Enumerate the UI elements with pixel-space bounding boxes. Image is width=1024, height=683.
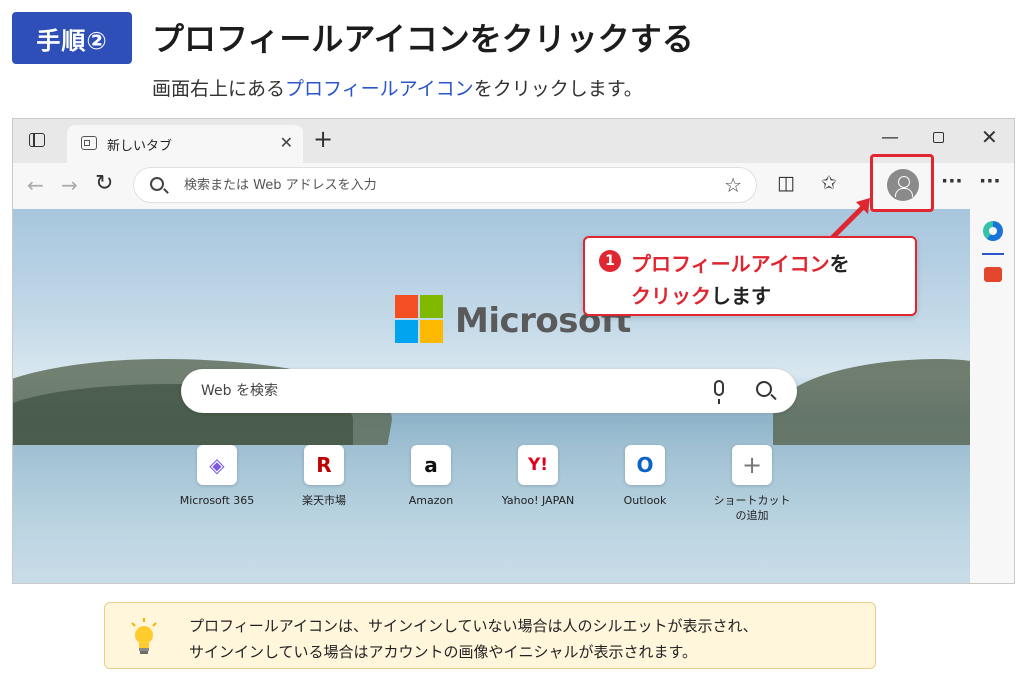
quick-links: ◈ Microsoft 365 R 楽天市場 a Amazon Y! Yahoo… bbox=[163, 445, 823, 535]
window-close-button[interactable]: ✕ bbox=[981, 125, 998, 149]
tab-new-tab[interactable]: 新しいタブ ✕ bbox=[67, 125, 303, 163]
microsoft365-icon: ◈ bbox=[197, 445, 237, 485]
step-title: プロフィールアイコンをクリックする bbox=[152, 20, 694, 58]
quick-link-label: Yahoo! JAPAN bbox=[501, 494, 575, 507]
plus-icon: + bbox=[732, 445, 772, 485]
quick-link-amazon[interactable]: a Amazon bbox=[377, 445, 485, 508]
tab-close-icon[interactable]: ✕ bbox=[280, 133, 293, 152]
microsoft-logo-icon bbox=[395, 295, 443, 343]
new-tab-button[interactable]: + bbox=[313, 127, 333, 151]
favorite-star-icon[interactable]: ☆ bbox=[724, 173, 742, 197]
instruction-callout: 1 プロフィールアイコンを クリックします bbox=[583, 236, 917, 316]
quick-link-rakuten[interactable]: R 楽天市場 bbox=[270, 445, 378, 508]
subtitle-after: をクリックします。 bbox=[473, 78, 643, 100]
callout-line1-after: を bbox=[829, 252, 850, 276]
browser-window: 新しいタブ ✕ + — ✕ ← → ↻ ☆ ◫ ✩ ··· ··· bbox=[12, 118, 1015, 584]
callout-line2-red: クリック bbox=[631, 284, 711, 308]
lightbulb-icon bbox=[131, 618, 157, 654]
settings-menu-icon[interactable]: ··· bbox=[979, 170, 1001, 192]
rail-divider bbox=[982, 253, 1004, 255]
sidebar-rail bbox=[970, 209, 1014, 583]
window-minimize-button[interactable]: — bbox=[881, 127, 899, 148]
favorites-icon[interactable]: ✩ bbox=[821, 172, 837, 194]
step-number-badge: 1 bbox=[599, 250, 621, 272]
shopping-bag-icon[interactable] bbox=[984, 267, 1002, 282]
quick-link-outlook[interactable]: O Outlook bbox=[591, 445, 699, 508]
back-button[interactable]: ← bbox=[27, 173, 44, 197]
callout-line2-after: します bbox=[711, 284, 771, 308]
tip-note: プロフィールアイコンは、サインインしていない場合は人のシルエットが表示され、 サ… bbox=[104, 602, 876, 669]
address-bar[interactable]: ☆ bbox=[133, 167, 757, 203]
outlook-icon: O bbox=[625, 445, 665, 485]
forward-button[interactable]: → bbox=[61, 173, 78, 197]
quick-link-yahoo[interactable]: Y! Yahoo! JAPAN bbox=[484, 445, 592, 508]
quick-link-label: ショートカット の追加 bbox=[713, 494, 791, 522]
quick-link-label: Outlook bbox=[623, 494, 667, 507]
web-search-box[interactable] bbox=[181, 369, 797, 413]
search-icon[interactable] bbox=[756, 381, 772, 397]
yahoo-icon: Y! bbox=[518, 445, 558, 485]
newtab-favicon-icon bbox=[81, 136, 97, 150]
subtitle-before: 画面右上にある bbox=[152, 78, 286, 100]
callout-line1-red: プロフィールアイコン bbox=[631, 252, 830, 276]
step-subtitle: 画面右上にあるプロフィールアイコンをクリックします。 bbox=[152, 74, 643, 101]
search-icon bbox=[150, 177, 164, 191]
tab-bar: 新しいタブ ✕ + — ✕ bbox=[13, 119, 1014, 163]
quick-link-microsoft365[interactable]: ◈ Microsoft 365 bbox=[163, 445, 271, 508]
landscape-hill bbox=[773, 359, 970, 449]
tab-actions-icon[interactable] bbox=[29, 133, 45, 147]
callout-line2: クリックします bbox=[631, 280, 771, 309]
note-line1: プロフィールアイコンは、サインインしていない場合は人のシルエットが表示され、 bbox=[189, 617, 758, 635]
quick-link-label: Microsoft 365 bbox=[179, 494, 255, 507]
note-line2: サインインしている場合はアカウントの画像やイニシャルが表示されます。 bbox=[189, 643, 698, 661]
tab-title: 新しいタブ bbox=[107, 139, 173, 154]
reload-button[interactable]: ↻ bbox=[95, 171, 113, 196]
extensions-more-icon[interactable]: ··· bbox=[941, 170, 963, 192]
profile-highlight-box bbox=[870, 154, 934, 212]
add-shortcut-button[interactable]: + ショートカット の追加 bbox=[698, 445, 806, 523]
window-maximize-button[interactable] bbox=[933, 132, 944, 143]
subtitle-highlight: プロフィールアイコン bbox=[285, 78, 474, 100]
callout-line1: プロフィールアイコンを bbox=[631, 248, 850, 277]
split-screen-icon[interactable]: ◫ bbox=[777, 172, 795, 194]
quick-link-label: Amazon bbox=[408, 494, 454, 507]
edge-copilot-icon[interactable] bbox=[983, 221, 1003, 241]
amazon-icon: a bbox=[411, 445, 451, 485]
address-input[interactable] bbox=[184, 174, 704, 196]
microphone-icon[interactable] bbox=[714, 380, 724, 404]
quick-link-label: 楽天市場 bbox=[302, 494, 346, 507]
step-badge: 手順② bbox=[12, 12, 132, 64]
rakuten-icon: R bbox=[304, 445, 344, 485]
web-search-input[interactable] bbox=[201, 381, 681, 401]
